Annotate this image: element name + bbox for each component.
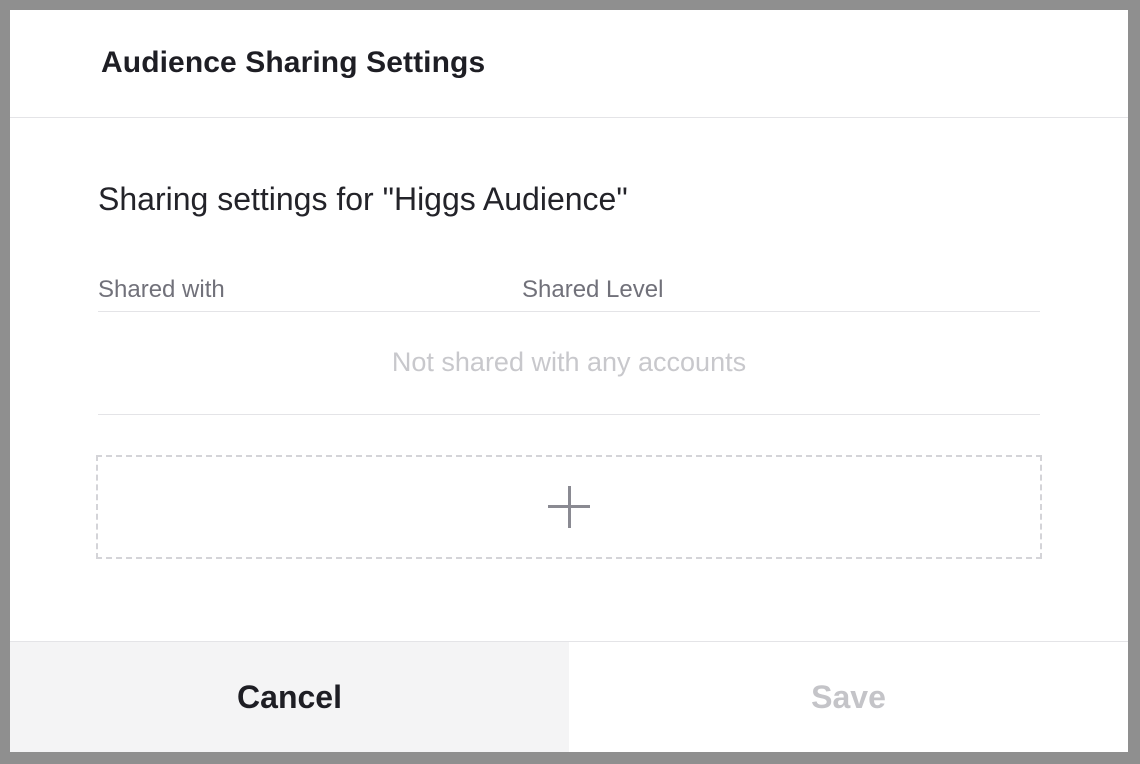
plus-icon (548, 486, 590, 528)
empty-state-row: Not shared with any accounts (98, 312, 1040, 415)
dialog-footer: Cancel Save (10, 641, 1128, 752)
audience-sharing-dialog: Audience Sharing Settings Sharing settin… (10, 10, 1128, 752)
sharing-table-header: Shared with Shared Level (98, 264, 1040, 312)
dialog-header: Audience Sharing Settings (10, 10, 1128, 118)
settings-title: Sharing settings for "Higgs Audience" (98, 181, 628, 217)
dialog-title: Audience Sharing Settings (101, 46, 486, 79)
column-header-shared-level: Shared Level (522, 276, 664, 303)
add-share-button[interactable] (96, 455, 1042, 559)
column-header-shared-with: Shared with (98, 276, 225, 303)
cancel-button[interactable]: Cancel (10, 642, 569, 752)
save-button[interactable]: Save (569, 642, 1128, 752)
empty-state-message: Not shared with any accounts (391, 346, 747, 377)
